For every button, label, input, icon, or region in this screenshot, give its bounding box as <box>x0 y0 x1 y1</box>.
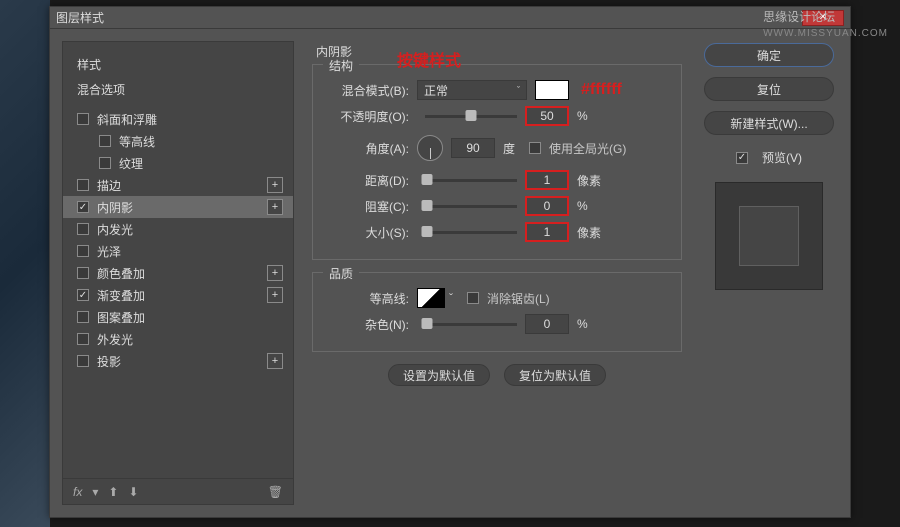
make-default-button[interactable]: 设置为默认值 <box>388 364 490 386</box>
angle-dial[interactable] <box>417 135 443 161</box>
distance-label: 距离(D): <box>327 172 417 189</box>
style-checkbox[interactable] <box>77 113 89 125</box>
style-checkbox[interactable] <box>99 157 111 169</box>
noise-label: 杂色(N): <box>327 316 417 333</box>
style-label: 渐变叠加 <box>97 287 145 304</box>
style-item-11[interactable]: 投影 + <box>63 350 293 372</box>
color-swatch[interactable] <box>535 80 569 100</box>
global-light-label: 使用全局光(G) <box>549 140 626 157</box>
styles-list-panel: 样式 混合选项 斜面和浮雕等高线纹理描边 + 内阴影 + 内发光光泽颜色叠加 + 渐变叠加 +… <box>62 41 294 505</box>
size-slider[interactable] <box>425 231 517 234</box>
titlebar: 图层样式 ✕ <box>50 7 850 29</box>
choke-input[interactable] <box>525 196 569 216</box>
dialog-title: 图层样式 <box>56 9 104 26</box>
trash-icon[interactable]: 🗑 <box>268 485 283 499</box>
opacity-label: 不透明度(O): <box>327 108 417 125</box>
style-item-7[interactable]: 颜色叠加 + <box>63 262 293 284</box>
add-effect-icon[interactable]: + <box>267 177 283 193</box>
antialias-checkbox[interactable] <box>467 292 479 304</box>
fx-icon[interactable]: fx <box>73 485 82 499</box>
style-item-2[interactable]: 纹理 <box>63 152 293 174</box>
layer-style-dialog: 图层样式 ✕ 样式 混合选项 斜面和浮雕等高线纹理描边 + 内阴影 + 内发光光泽颜色叠… <box>49 6 851 518</box>
style-item-4[interactable]: 内阴影 + <box>63 196 293 218</box>
style-label: 斜面和浮雕 <box>97 111 157 128</box>
style-item-0[interactable]: 斜面和浮雕 <box>63 108 293 130</box>
size-input[interactable] <box>525 222 569 242</box>
watermark: 思缘设计论坛 WWW.MISSYUAN.COM <box>763 8 888 39</box>
style-checkbox[interactable] <box>77 201 89 213</box>
arrow-up-icon[interactable]: ⬆ <box>108 485 118 499</box>
blending-header[interactable]: 混合选项 <box>77 77 279 102</box>
contour-label: 等高线: <box>327 290 417 307</box>
style-checkbox[interactable] <box>77 223 89 235</box>
style-checkbox[interactable] <box>77 267 89 279</box>
opacity-slider[interactable] <box>425 115 517 118</box>
style-checkbox[interactable] <box>99 135 111 147</box>
style-label: 外发光 <box>97 331 133 348</box>
distance-input[interactable] <box>525 170 569 190</box>
chevron-down-icon[interactable]: ˇ <box>449 291 453 305</box>
style-checkbox[interactable] <box>77 333 89 345</box>
blend-mode-label: 混合模式(B): <box>327 82 417 99</box>
style-checkbox[interactable] <box>77 355 89 367</box>
blend-mode-select[interactable]: 正常ˇ <box>417 80 527 100</box>
contour-picker[interactable] <box>417 288 445 308</box>
styles-header[interactable]: 样式 <box>77 52 279 77</box>
quality-group: 品质 等高线: ˇ 消除锯齿(L) 杂色(N): % <box>312 272 682 352</box>
add-effect-icon[interactable]: + <box>267 265 283 281</box>
size-label: 大小(S): <box>327 224 417 241</box>
annotation-title: 按键样式 <box>397 47 461 71</box>
angle-input[interactable] <box>451 138 495 158</box>
new-style-button[interactable]: 新建样式(W)... <box>704 111 834 135</box>
style-checkbox[interactable] <box>77 179 89 191</box>
preview-checkbox[interactable] <box>736 152 748 164</box>
global-light-checkbox[interactable] <box>529 142 541 154</box>
preview-label: 预览(V) <box>762 149 802 166</box>
style-checkbox[interactable] <box>77 311 89 323</box>
style-label: 图案叠加 <box>97 309 145 326</box>
style-label: 等高线 <box>119 133 155 150</box>
add-effect-icon[interactable]: + <box>267 287 283 303</box>
angle-label: 角度(A): <box>327 140 417 157</box>
noise-input[interactable] <box>525 314 569 334</box>
style-label: 纹理 <box>119 155 143 172</box>
add-effect-icon[interactable]: + <box>267 353 283 369</box>
settings-panel: 内阴影 结构 按键样式 混合模式(B): 正常ˇ #ffffff 不透明度(O)… <box>308 41 686 505</box>
style-label: 内发光 <box>97 221 133 238</box>
style-label: 内阴影 <box>97 199 133 216</box>
styles-footer: fx ▾ ⬆ ⬇ 🗑 <box>63 478 293 504</box>
reset-default-button[interactable]: 复位为默认值 <box>504 364 606 386</box>
style-item-5[interactable]: 内发光 <box>63 218 293 240</box>
chevron-down-icon: ˇ <box>517 85 520 95</box>
ok-button[interactable]: 确定 <box>704 43 834 67</box>
style-label: 描边 <box>97 177 121 194</box>
style-item-9[interactable]: 图案叠加 <box>63 306 293 328</box>
structure-group: 结构 按键样式 混合模式(B): 正常ˇ #ffffff 不透明度(O): % <box>312 64 682 260</box>
chevron-down-icon[interactable]: ▾ <box>92 485 98 499</box>
opacity-input[interactable] <box>525 106 569 126</box>
annotation-color: #ffffff <box>581 81 622 99</box>
style-label: 投影 <box>97 353 121 370</box>
choke-slider[interactable] <box>425 205 517 208</box>
add-effect-icon[interactable]: + <box>267 199 283 215</box>
distance-slider[interactable] <box>425 179 517 182</box>
style-item-8[interactable]: 渐变叠加 + <box>63 284 293 306</box>
style-checkbox[interactable] <box>77 245 89 257</box>
style-item-6[interactable]: 光泽 <box>63 240 293 262</box>
panel-title: 内阴影 <box>312 43 682 60</box>
style-item-1[interactable]: 等高线 <box>63 130 293 152</box>
style-label: 颜色叠加 <box>97 265 145 282</box>
antialias-label: 消除锯齿(L) <box>487 290 550 307</box>
preview-thumbnail <box>715 182 823 290</box>
style-checkbox[interactable] <box>77 289 89 301</box>
style-item-3[interactable]: 描边 + <box>63 174 293 196</box>
action-panel: 确定 复位 新建样式(W)... 预览(V) <box>700 41 838 505</box>
arrow-down-icon[interactable]: ⬇ <box>128 485 138 499</box>
choke-label: 阻塞(C): <box>327 198 417 215</box>
noise-slider[interactable] <box>425 323 517 326</box>
cancel-button[interactable]: 复位 <box>704 77 834 101</box>
style-label: 光泽 <box>97 243 121 260</box>
style-item-10[interactable]: 外发光 <box>63 328 293 350</box>
